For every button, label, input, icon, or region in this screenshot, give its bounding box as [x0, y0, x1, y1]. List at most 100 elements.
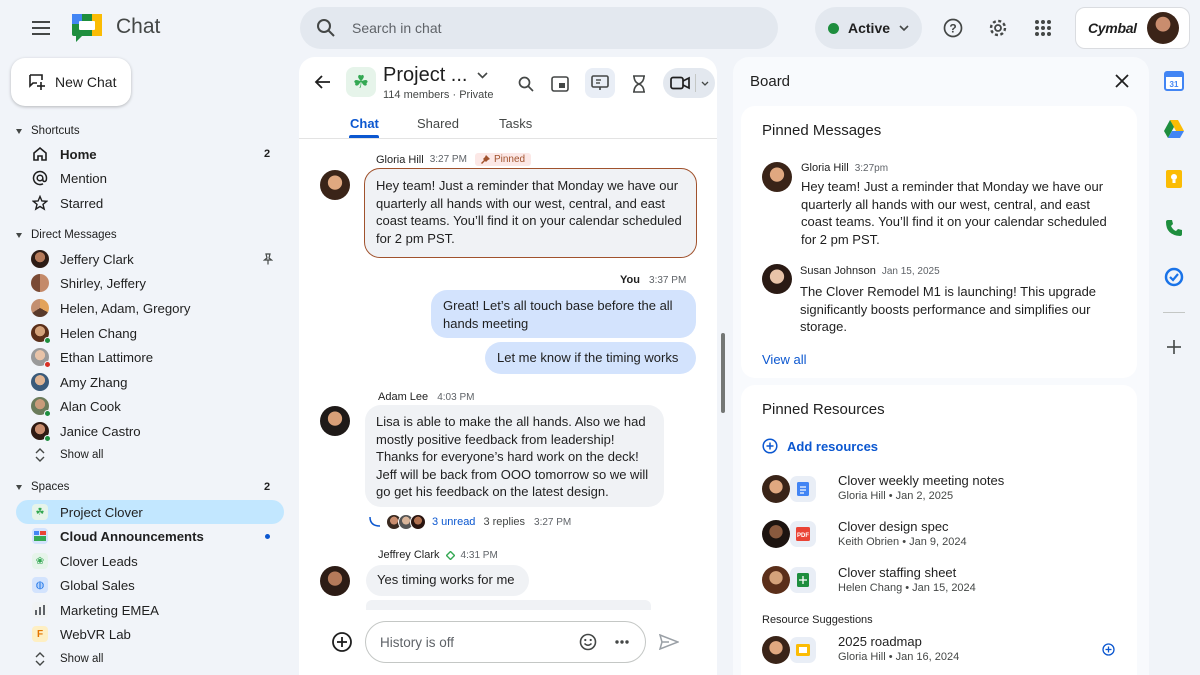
message-bubble[interactable]: Yes timing works for me: [366, 565, 529, 596]
space-item-webvr-lab[interactable]: F WebVR Lab: [16, 622, 284, 646]
add-suggestion-button[interactable]: [1102, 643, 1115, 656]
new-chat-button[interactable]: New Chat: [11, 58, 131, 106]
direct-messages-header[interactable]: Direct Messages: [16, 229, 117, 241]
pinned-message-header: Gloria Hill 3:27pm: [801, 162, 888, 174]
tasks-app-button[interactable]: [1161, 264, 1187, 290]
help-button[interactable]: ?: [940, 15, 966, 41]
dm-item-jeffery-clark[interactable]: Jeffery Clark: [16, 247, 284, 271]
tab-shared[interactable]: Shared: [417, 116, 459, 131]
chevron-down-icon: [701, 81, 709, 86]
shortcut-mention[interactable]: Mention: [16, 166, 284, 190]
status-label: Active: [848, 20, 891, 36]
message-input[interactable]: History is off: [365, 621, 646, 663]
add-app-button[interactable]: [1161, 334, 1187, 360]
shortcut-starred[interactable]: Starred: [16, 191, 284, 215]
resource-meta: Gloria Hill • Jan 16, 2024: [838, 651, 960, 663]
add-resources-button[interactable]: Add resources: [762, 438, 878, 454]
pinned-messages-header: Pinned Messages: [762, 122, 882, 139]
dm-item-helen-chang[interactable]: Helen Chang: [16, 321, 284, 345]
apps-grid-icon: [1035, 20, 1051, 36]
shortcut-home[interactable]: Home 2: [16, 142, 284, 166]
avatar[interactable]: [320, 170, 350, 200]
chat-scrollbar[interactable]: [721, 333, 725, 413]
dm-item-helen-adam-gregory[interactable]: Helen, Adam, Gregory: [16, 296, 284, 320]
message-bubble[interactable]: Hey team! Just a reminder that Monday we…: [364, 168, 697, 258]
space-item-clover-leads[interactable]: ❀ Clover Leads: [16, 549, 284, 573]
video-camera-icon: [670, 76, 690, 90]
search-icon: [317, 19, 335, 37]
pinned-message-text[interactable]: Hey team! Just a reminder that Monday we…: [801, 178, 1123, 248]
apps-button[interactable]: [1030, 15, 1056, 41]
message-bubble[interactable]: Lisa is able to make the all hands. Also…: [365, 405, 664, 507]
tasks-button[interactable]: [631, 75, 647, 93]
dm-item-shirley-jeffery[interactable]: Shirley, Jeffery: [16, 271, 284, 295]
settings-button[interactable]: [985, 15, 1011, 41]
board-toggle-button[interactable]: [585, 68, 615, 98]
space-item-global-sales[interactable]: ◍ Global Sales: [16, 573, 284, 597]
dm-item-ethan-lattimore[interactable]: Ethan Lattimore: [16, 345, 284, 369]
calendar-app-button[interactable]: 31: [1161, 68, 1187, 94]
resource-item[interactable]: Clover weekly meeting notes Gloria Hill …: [838, 473, 1004, 502]
tab-chat[interactable]: Chat: [350, 116, 379, 131]
pinned-label: Pinned: [493, 154, 526, 165]
expand-icon: [31, 446, 49, 464]
open-in-popup-button[interactable]: [551, 76, 569, 92]
thread-summary[interactable]: 3 unread 3 replies 3:27 PM: [368, 514, 571, 530]
resource-meta: Helen Chang • Jan 15, 2024: [838, 582, 976, 594]
back-button[interactable]: [314, 74, 332, 90]
spaces-header[interactable]: Spaces 2: [16, 481, 284, 493]
add-circle-icon: [1102, 643, 1115, 656]
resource-item[interactable]: Clover design spec Keith Obrien • Jan 9,…: [838, 519, 967, 548]
suggestion-item[interactable]: 2025 roadmap Gloria Hill • Jan 16, 2024: [838, 634, 959, 663]
status-dropdown[interactable]: Active: [815, 7, 922, 49]
shortcut-home-label: Home: [60, 146, 97, 162]
start-meeting-button[interactable]: [663, 68, 715, 98]
tab-divider: [299, 138, 717, 139]
chevron-down-icon[interactable]: [477, 72, 488, 79]
dm-item-label: Helen Chang: [60, 325, 137, 341]
space-title[interactable]: Project ...: [383, 64, 467, 87]
add-attachment-button[interactable]: [331, 631, 353, 653]
account-switcher[interactable]: Cymbal: [1075, 7, 1190, 49]
space-item-project-clover[interactable]: ☘ Project Clover: [16, 500, 284, 524]
space-item-cloud-announcements[interactable]: Cloud Announcements: [16, 524, 284, 548]
drive-app-button[interactable]: [1161, 116, 1187, 142]
keep-app-button[interactable]: [1161, 166, 1187, 192]
tab-tasks[interactable]: Tasks: [499, 116, 532, 131]
search-bar[interactable]: Search in chat: [300, 7, 778, 49]
direct-messages-header-label: Direct Messages: [31, 229, 117, 241]
dm-item-amy-zhang[interactable]: Amy Zhang: [16, 370, 284, 394]
leaf-icon: ❀: [32, 553, 48, 569]
avatar[interactable]: [320, 406, 350, 436]
message-bubble[interactable]: Great! Let’s all touch base before the a…: [431, 290, 696, 338]
voice-app-button[interactable]: [1161, 215, 1187, 241]
sender-name: You: [620, 274, 640, 286]
expand-icon: [31, 650, 49, 668]
help-icon: ?: [943, 18, 963, 38]
spaces-show-all[interactable]: Show all: [16, 647, 284, 671]
emoji-icon[interactable]: [579, 633, 597, 651]
pin-icon[interactable]: [263, 253, 273, 265]
view-all-link[interactable]: View all: [762, 352, 807, 367]
message-bubble[interactable]: Let me know if the timing works: [485, 342, 696, 374]
message-time: 4:31 PM: [460, 549, 498, 561]
resource-title: Clover staffing sheet: [838, 565, 957, 580]
resource-item[interactable]: Clover staffing sheet Helen Chang • Jan …: [838, 565, 976, 594]
search-in-space-button[interactable]: [518, 76, 534, 92]
more-options-icon[interactable]: [615, 640, 629, 644]
space-item-marketing-emea[interactable]: Marketing EMEA: [16, 598, 284, 622]
main-menu-button[interactable]: [26, 14, 56, 42]
dm-item-alan-cook[interactable]: Alan Cook: [16, 394, 284, 418]
add-resources-label: Add resources: [787, 438, 879, 454]
close-board-button[interactable]: [1115, 74, 1129, 88]
dm-item-janice-castro[interactable]: Janice Castro: [16, 419, 284, 443]
avatar[interactable]: [320, 566, 350, 596]
dm-show-all[interactable]: Show all: [16, 443, 284, 467]
add-circle-icon: [332, 632, 352, 652]
pinned-message-text[interactable]: The Clover Remodel M1 is launching! This…: [800, 283, 1118, 336]
shortcuts-header[interactable]: Shortcuts: [16, 125, 80, 137]
reply-time: 3:27 PM: [534, 516, 572, 528]
dm-item-label: Jeffery Clark: [60, 251, 134, 267]
send-button[interactable]: [659, 634, 679, 650]
docs-icon: [790, 476, 816, 502]
